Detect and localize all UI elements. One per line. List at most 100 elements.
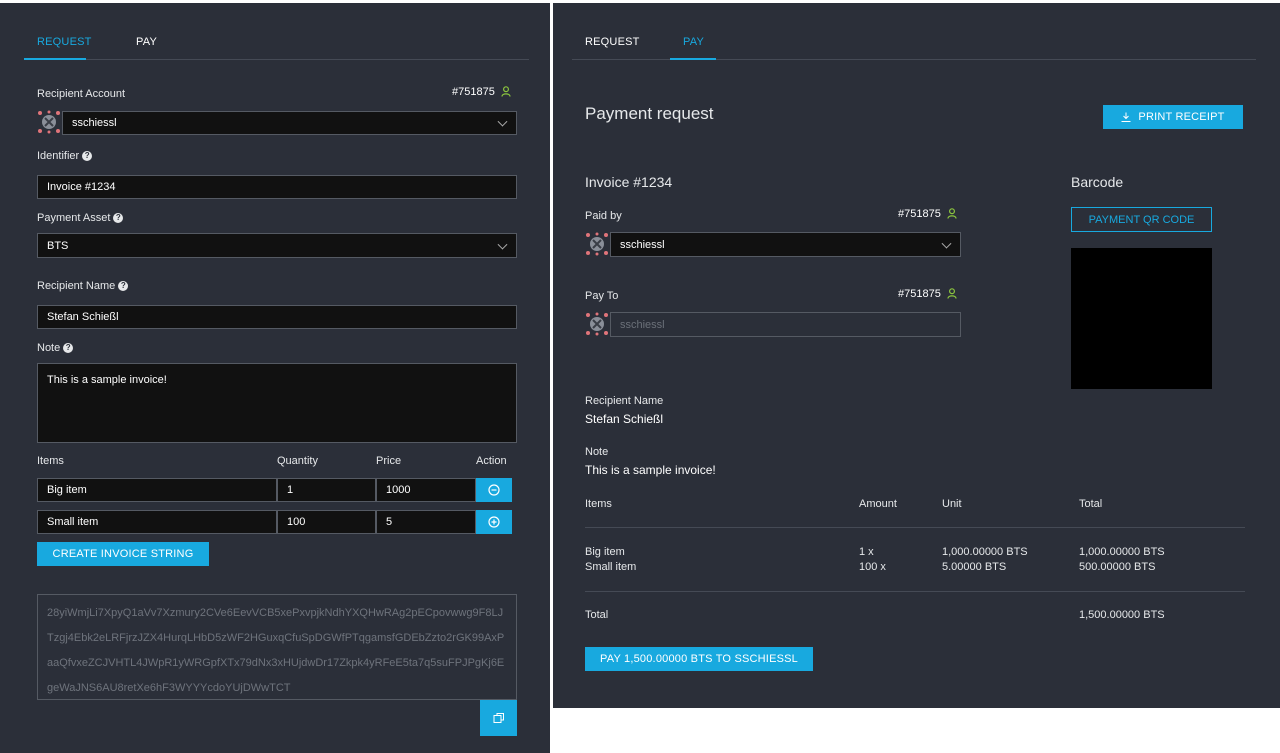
request-tabs: REQUEST PAY bbox=[24, 36, 529, 60]
item-price-input[interactable]: 5 bbox=[376, 510, 476, 534]
note-label: Note bbox=[585, 446, 609, 458]
identifier-value: Invoice #1234 bbox=[47, 181, 116, 193]
create-invoice-string-button[interactable]: CREATE INVOICE STRING bbox=[37, 542, 209, 566]
copy-icon bbox=[493, 713, 504, 723]
request-panel: REQUEST PAY Recipient Account #751875 ss… bbox=[0, 3, 550, 753]
item-quantity-input[interactable]: 1 bbox=[277, 478, 376, 502]
person-icon bbox=[947, 208, 957, 222]
identifier-label-text: Identifier bbox=[37, 150, 80, 162]
recipient-name-value: Stefan Schießl bbox=[585, 412, 664, 426]
paid-by-select[interactable]: sschiessl bbox=[610, 232, 961, 257]
help-icon[interactable]: ? bbox=[118, 281, 129, 291]
invoice-title: Invoice #1234 bbox=[585, 174, 673, 190]
item-price-value: 1000 bbox=[386, 484, 411, 496]
note-value: This is a sample invoice! bbox=[585, 463, 716, 477]
table-divider bbox=[585, 591, 1245, 592]
item-name-value: Small item bbox=[47, 516, 99, 528]
pay-to-value: sschiessl bbox=[620, 318, 665, 331]
account-id: #751875 bbox=[452, 86, 511, 100]
account-id-text: #751875 bbox=[452, 86, 495, 98]
chevron-down-icon bbox=[497, 239, 508, 250]
help-icon[interactable]: ? bbox=[63, 343, 74, 353]
item-name-input[interactable]: Small item bbox=[37, 510, 277, 534]
recipient-name-input[interactable]: Stefan Schießl bbox=[37, 305, 517, 329]
item-quantity-value: 1 bbox=[287, 484, 294, 496]
row-total: 500.00000 BTS bbox=[1079, 561, 1156, 573]
item-price-value: 5 bbox=[386, 516, 393, 528]
print-receipt-label: PRINT RECEIPT bbox=[1138, 111, 1225, 123]
row-amount: 1 x bbox=[859, 546, 874, 558]
download-icon bbox=[1121, 112, 1131, 122]
invoice-string-output[interactable]: 28yiWmjLi7XpyQ1aVv7Xzmury2CVe6EevVCB5xeP… bbox=[37, 594, 517, 700]
total-header: Total bbox=[1079, 498, 1103, 510]
tab-request[interactable]: REQUEST bbox=[585, 36, 645, 60]
recipient-account-select[interactable]: sschiessl bbox=[62, 111, 517, 135]
recipient-account-label: Recipient Account bbox=[37, 88, 126, 100]
paid-by-label: Paid by bbox=[585, 210, 622, 222]
payment-asset-select[interactable]: BTS bbox=[37, 233, 517, 258]
paid-by-avatar-icon bbox=[585, 232, 609, 256]
add-circle-icon bbox=[488, 516, 500, 528]
pay-to-id-text: #751875 bbox=[898, 288, 941, 300]
chevron-down-icon bbox=[941, 238, 952, 249]
payment-qr-code-button[interactable]: PAYMENT QR CODE bbox=[1071, 207, 1212, 232]
print-receipt-button[interactable]: PRINT RECEIPT bbox=[1103, 105, 1243, 129]
person-icon bbox=[501, 86, 511, 100]
items-header: Items bbox=[585, 498, 612, 510]
chevron-down-icon bbox=[497, 116, 508, 127]
tab-request[interactable]: REQUEST bbox=[24, 36, 91, 60]
paid-by-id-text: #751875 bbox=[898, 208, 941, 220]
recipient-name-value: Stefan Schießl bbox=[47, 311, 119, 323]
row-unit: 5.00000 BTS bbox=[942, 561, 1007, 573]
recipient-account-value: sschiessl bbox=[72, 117, 117, 129]
barcode-title: Barcode bbox=[1071, 174, 1124, 190]
help-icon[interactable]: ? bbox=[82, 151, 93, 161]
invoice-string-text: 28yiWmjLi7XpyQ1aVv7Xzmury2CVe6EevVCB5xeP… bbox=[47, 607, 505, 694]
row-amount: 100 x bbox=[859, 561, 886, 573]
add-item-button[interactable] bbox=[476, 510, 512, 534]
copy-button[interactable] bbox=[480, 700, 517, 736]
pay-to-label: Pay To bbox=[585, 290, 619, 302]
action-header: Action bbox=[476, 455, 507, 467]
row-unit: 1,000.00000 BTS bbox=[942, 546, 1028, 558]
item-price-input[interactable]: 1000 bbox=[376, 478, 476, 502]
item-name-input[interactable]: Big item bbox=[37, 478, 277, 502]
tab-pay[interactable]: PAY bbox=[136, 36, 176, 60]
quantity-header: Quantity bbox=[277, 455, 318, 467]
help-icon[interactable]: ? bbox=[113, 213, 124, 223]
pay-tabs: REQUEST PAY bbox=[572, 36, 1256, 60]
paid-by-value: sschiessl bbox=[620, 238, 665, 251]
page-title: Payment request bbox=[585, 104, 714, 123]
recipient-name-label-text: Recipient Name bbox=[37, 280, 116, 292]
remove-circle-icon bbox=[488, 484, 500, 496]
recipient-name-label: Recipient Name? bbox=[37, 280, 129, 292]
account-avatar-icon bbox=[37, 110, 61, 134]
tab-pay[interactable]: PAY bbox=[670, 36, 716, 60]
row-item: Small item bbox=[585, 561, 637, 573]
note-label-text: Note bbox=[37, 342, 61, 354]
identifier-input[interactable]: Invoice #1234 bbox=[37, 175, 517, 199]
total-value: 1,500.00000 BTS bbox=[1079, 609, 1165, 621]
pay-to-id: #751875 bbox=[898, 288, 957, 302]
price-header: Price bbox=[376, 455, 402, 467]
unit-header: Unit bbox=[942, 498, 962, 510]
total-label: Total bbox=[585, 609, 609, 621]
item-name-value: Big item bbox=[47, 484, 87, 496]
payment-asset-label: Payment Asset? bbox=[37, 212, 124, 224]
pay-button[interactable]: PAY 1,500.00000 BTS TO SSCHIESSL bbox=[585, 647, 813, 671]
row-item: Big item bbox=[585, 546, 625, 558]
recipient-name-label: Recipient Name bbox=[585, 395, 664, 407]
identifier-label: Identifier? bbox=[37, 150, 93, 162]
paid-by-id: #751875 bbox=[898, 208, 957, 222]
note-textarea[interactable]: This is a sample invoice! bbox=[37, 363, 517, 443]
pay-to-field: sschiessl bbox=[610, 312, 961, 337]
row-total: 1,000.00000 BTS bbox=[1079, 546, 1165, 558]
note-label: Note? bbox=[37, 342, 74, 354]
item-quantity-input[interactable]: 100 bbox=[277, 510, 376, 534]
amount-header: Amount bbox=[859, 498, 897, 510]
item-quantity-value: 100 bbox=[287, 516, 306, 528]
remove-item-button[interactable] bbox=[476, 478, 512, 502]
qr-code-image bbox=[1071, 248, 1212, 389]
payment-asset-label-text: Payment Asset bbox=[37, 212, 111, 224]
pay-panel: REQUEST PAY Payment request PRINT RECEIP… bbox=[553, 3, 1280, 708]
